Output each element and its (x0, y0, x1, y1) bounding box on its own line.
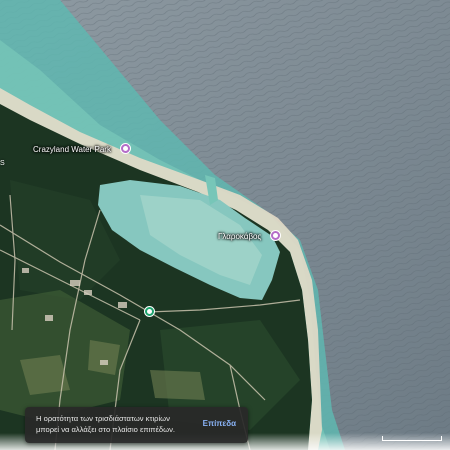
layers-toast: Η ορατότητα των τρισδιάστατων κτιρίων μπ… (25, 407, 248, 443)
edge-map-letter: S (0, 160, 5, 167)
water-park-pin-icon[interactable] (120, 143, 131, 154)
poi-label-glarokavos[interactable]: Γλαροκάβος (218, 232, 261, 242)
place-pin-icon[interactable] (270, 230, 281, 241)
scale-line (382, 436, 442, 441)
layers-button[interactable]: Επίπεδα (203, 419, 236, 428)
pin-dot (123, 146, 128, 151)
poi-label-water-park[interactable]: Crazyland Water Park (33, 145, 111, 155)
satellite-map[interactable] (0, 0, 450, 450)
pin-dot (273, 233, 278, 238)
transit-pin-icon[interactable] (144, 306, 155, 317)
toast-message: Η ορατότητα των τρισδιάστατων κτιρίων μπ… (36, 414, 175, 434)
pin-dot (147, 309, 152, 314)
scale-bar (378, 430, 450, 450)
